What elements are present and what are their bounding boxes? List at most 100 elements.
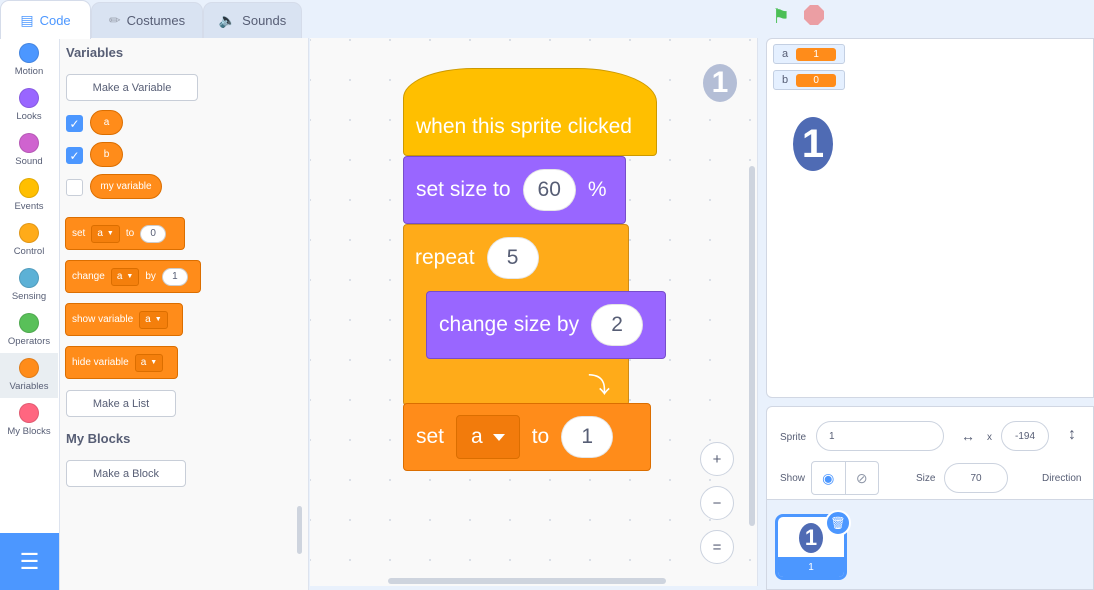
scratch-editor: ▤ Code ✏ Costumes 🔈 Sounds Motion Looks …	[0, 0, 1094, 590]
add-extension-icon: ☰	[19, 548, 40, 574]
sprite-name-field[interactable]: 1	[816, 421, 944, 451]
var-my-variable-reporter[interactable]: my variable	[90, 174, 162, 199]
category-label: Sensing	[11, 291, 47, 302]
operators-dot-icon	[19, 313, 39, 333]
x-label: x	[987, 432, 992, 443]
events-dot-icon	[19, 178, 39, 198]
repeat-count-input[interactable]: 5	[486, 237, 539, 279]
repeat-loop-arrow-icon: ⤵	[588, 373, 611, 398]
category-menu: Motion Looks Sound Events Control Sensin…	[0, 38, 60, 590]
tab-sounds[interactable]: 🔈 Sounds	[203, 2, 302, 38]
category-sensing[interactable]: Sensing	[0, 263, 58, 308]
zoom-out-button[interactable]: −	[700, 486, 734, 520]
show-hidden-icon[interactable]: ⊘	[844, 462, 879, 494]
palette-change-variable-block[interactable]: change a ▼ by 1	[65, 260, 201, 293]
size-field[interactable]: 70	[944, 463, 1008, 493]
motion-dot-icon	[19, 43, 39, 63]
sprite-info-panel: Sprite 1 ↔ x -194 ↕ Show ◉ ⊘ Size 70 Dir…	[766, 406, 1094, 500]
category-motion[interactable]: Motion	[0, 38, 58, 83]
palette-show-variable-block[interactable]: show variable a ▼	[65, 303, 183, 336]
dropdown-caret-icon: ▼	[126, 273, 134, 280]
tab-costumes-label: Costumes	[126, 13, 186, 28]
x-arrow-icon: ↔	[961, 428, 975, 444]
block-label: %	[587, 178, 607, 201]
check-icon: ✓	[69, 148, 80, 163]
script-workspace[interactable]: 1 when this sprite clicked set size to 6…	[310, 38, 758, 586]
speaker-icon: 🔈	[218, 12, 237, 28]
value-input[interactable]: 1	[161, 267, 188, 286]
category-looks[interactable]: Looks	[0, 83, 58, 128]
set-variable-block[interactable]: set a to 1	[403, 403, 651, 471]
show-visible-icon[interactable]: ◉	[812, 462, 845, 494]
category-operators[interactable]: Operators	[0, 308, 58, 353]
dropdown-caret-icon	[492, 433, 505, 441]
change-size-input[interactable]: 2	[591, 304, 644, 346]
var-b-reporter[interactable]: b	[90, 142, 123, 167]
variable-dropdown[interactable]: a ▼	[134, 353, 164, 372]
block-label: set size to	[416, 178, 511, 201]
my-blocks-heading: My Blocks	[66, 431, 131, 446]
make-variable-button[interactable]: Make a Variable	[66, 74, 198, 101]
variables-heading: Variables	[66, 45, 124, 60]
workspace-horizontal-scrollbar[interactable]	[388, 578, 666, 584]
x-position-field[interactable]: -194	[1001, 421, 1049, 451]
stage-sprite[interactable]: 1	[793, 117, 833, 171]
zoom-reset-button[interactable]: =	[700, 530, 734, 564]
zoom-in-button[interactable]: +	[700, 442, 734, 476]
var-a-checkbox[interactable]: ✓	[66, 115, 83, 132]
category-my-blocks[interactable]: My Blocks	[0, 398, 58, 443]
category-label: My Blocks	[7, 426, 51, 437]
block-label: show variable	[72, 314, 134, 325]
variable-dropdown[interactable]: a ▼	[139, 310, 168, 329]
category-sound[interactable]: Sound	[0, 128, 58, 173]
size-value-input[interactable]: 60	[522, 169, 576, 211]
trash-icon: 🗑	[830, 516, 846, 530]
variable-dropdown[interactable]: a ▼	[110, 267, 140, 286]
dropdown-value: a	[97, 228, 103, 239]
variable-monitor-a[interactable]: a 1	[773, 44, 846, 64]
category-events[interactable]: Events	[0, 173, 58, 218]
dropdown-value: a	[116, 271, 123, 282]
monitor-value: 0	[796, 73, 837, 87]
green-flag-icon[interactable]: ⚑	[772, 4, 794, 28]
value-input[interactable]: 0	[140, 224, 167, 243]
delete-sprite-button[interactable]: 🗑	[825, 510, 851, 536]
tab-sounds-label: Sounds	[242, 13, 287, 28]
category-variables[interactable]: Variables	[0, 353, 58, 398]
workspace-vertical-scrollbar[interactable]	[749, 166, 755, 526]
palette-hide-variable-block[interactable]: hide variable a ▼	[65, 346, 178, 379]
palette-set-variable-block[interactable]: set a ▼ to 0	[65, 217, 185, 250]
tab-code[interactable]: ▤ Code	[0, 0, 91, 39]
change-size-block[interactable]: change size by 2	[426, 291, 666, 359]
set-value-input[interactable]: 1	[561, 416, 614, 458]
block-label: to	[531, 425, 550, 448]
size-label: Size	[916, 473, 936, 484]
category-label: Sound	[15, 156, 43, 167]
variable-dropdown[interactable]: a	[456, 415, 520, 459]
stage[interactable]: a 1 b 0 1	[766, 38, 1094, 398]
my-blocks-dot-icon	[19, 403, 39, 423]
set-size-block[interactable]: set size to 60 %	[403, 156, 626, 224]
control-dot-icon	[19, 223, 39, 243]
sprite-thumb-name: 1	[778, 557, 844, 577]
make-block-button[interactable]: Make a Block	[66, 460, 186, 487]
when-sprite-clicked-block[interactable]: when this sprite clicked	[403, 68, 657, 156]
variable-dropdown[interactable]: a ▼	[91, 224, 120, 243]
make-list-button[interactable]: Make a List	[66, 390, 176, 417]
stop-sign-icon[interactable]	[804, 5, 824, 25]
code-icon: ▤	[20, 11, 34, 28]
variable-monitor-b[interactable]: b 0	[773, 70, 846, 90]
add-extension-button[interactable]: ☰	[0, 533, 59, 590]
sound-dot-icon	[19, 133, 39, 153]
category-label: Control	[13, 246, 45, 257]
var-a-reporter[interactable]: a	[90, 110, 123, 135]
category-control[interactable]: Control	[0, 218, 58, 263]
tab-code-label: Code	[39, 12, 71, 28]
var-b-checkbox[interactable]: ✓	[66, 147, 83, 164]
dropdown-caret-icon: ▼	[154, 316, 162, 323]
var-my-variable-checkbox[interactable]	[66, 179, 83, 196]
tab-costumes[interactable]: ✏ Costumes	[91, 2, 203, 38]
variables-dot-icon	[19, 358, 39, 378]
palette-scrollbar[interactable]	[297, 506, 302, 554]
direction-label: Direction	[1042, 473, 1082, 484]
